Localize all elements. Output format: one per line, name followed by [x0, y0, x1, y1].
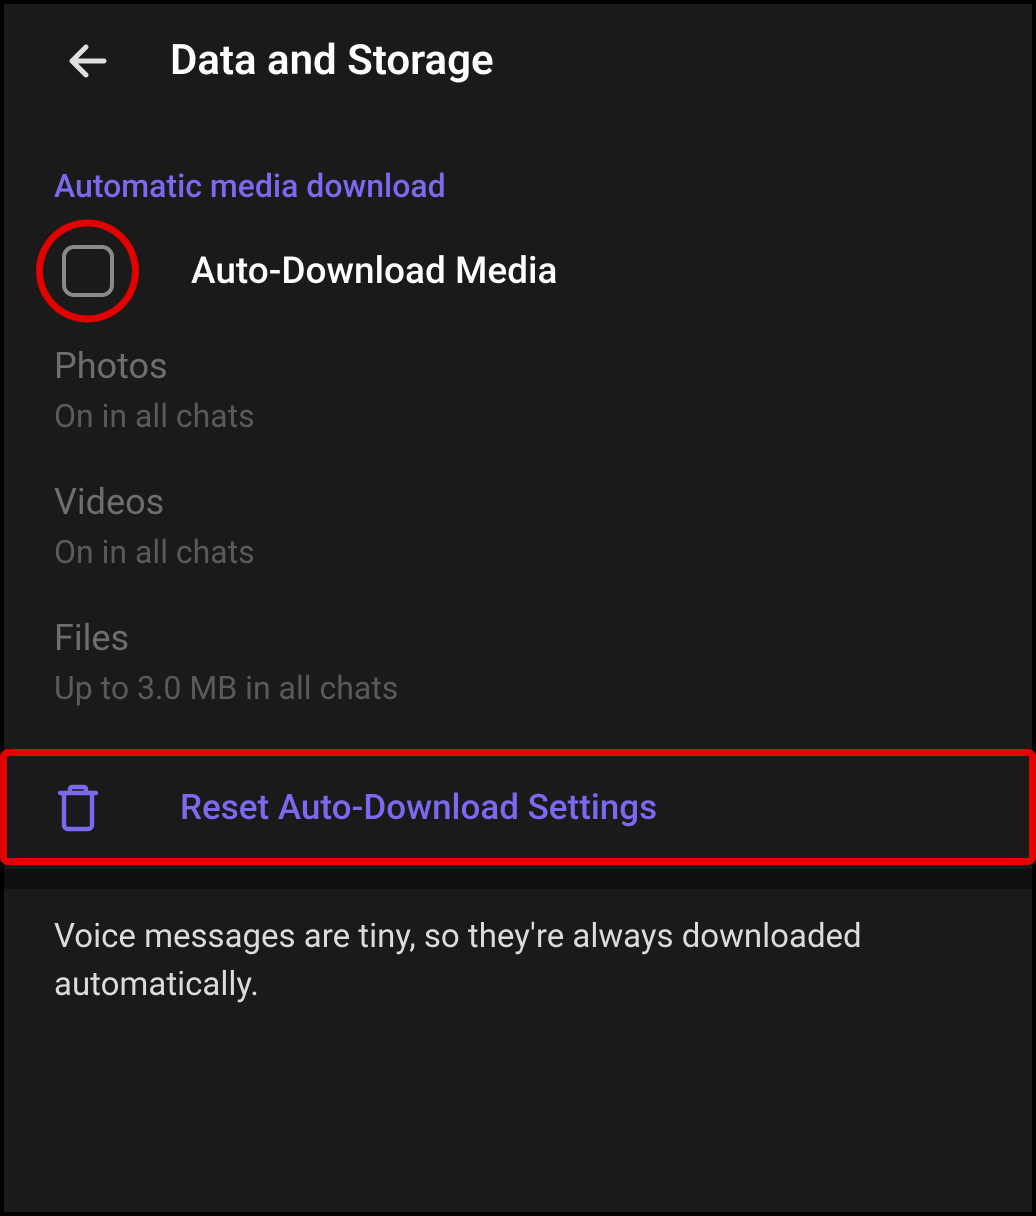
back-arrow-icon[interactable]	[64, 37, 112, 85]
auto-download-label: Auto-Download Media	[191, 250, 557, 293]
trash-icon	[54, 781, 102, 833]
setting-photos[interactable]: Photos On in all chats	[54, 345, 982, 435]
setting-title: Photos	[54, 345, 982, 387]
setting-videos[interactable]: Videos On in all chats	[54, 481, 982, 571]
settings-screen: Data and Storage Automatic media downloa…	[0, 0, 1036, 1216]
setting-files[interactable]: Files Up to 3.0 MB in all chats	[54, 617, 982, 707]
setting-subtitle: On in all chats	[54, 533, 982, 571]
setting-subtitle: On in all chats	[54, 397, 982, 435]
separator	[4, 869, 1032, 889]
header: Data and Storage	[4, 4, 1032, 117]
content-area: Automatic media download Auto-Download M…	[4, 117, 1032, 1009]
setting-title: Files	[54, 617, 982, 659]
page-title: Data and Storage	[170, 36, 494, 85]
footer-note: Voice messages are tiny, so they're alwa…	[54, 889, 982, 1009]
reset-label: Reset Auto-Download Settings	[180, 787, 657, 828]
setting-subtitle: Up to 3.0 MB in all chats	[54, 669, 982, 707]
reset-settings-button[interactable]: Reset Auto-Download Settings	[16, 753, 1020, 861]
auto-download-toggle-row[interactable]: Auto-Download Media	[54, 245, 982, 297]
section-header: Automatic media download	[54, 167, 982, 205]
setting-title: Videos	[54, 481, 982, 523]
auto-download-checkbox[interactable]	[62, 245, 114, 297]
